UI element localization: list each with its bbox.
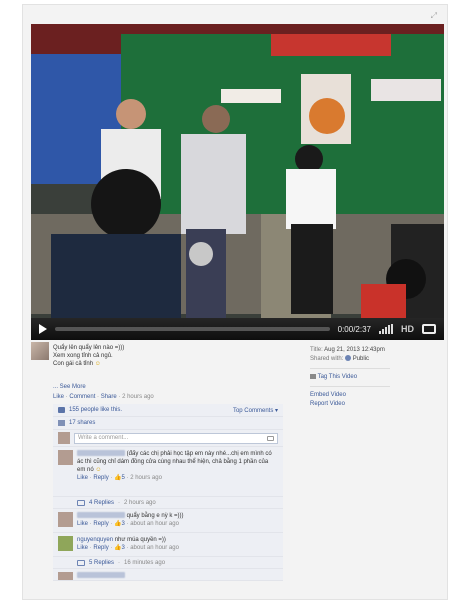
likes-count[interactable]: 155 people like this.: [69, 407, 122, 413]
post-line: Xem xong tỉnh cả ngủ.: [53, 353, 113, 359]
play-icon[interactable]: [39, 324, 47, 334]
avatar[interactable]: [58, 450, 73, 465]
video-player[interactable]: 0:00/2:37 HD: [31, 24, 444, 340]
report-video-link[interactable]: Report Video: [310, 400, 390, 409]
post-line: Con gái cả tỉnh ☺: [53, 361, 101, 367]
avatar[interactable]: [58, 536, 73, 551]
likes-row: 155 people like this. Top Comments ▾: [53, 404, 283, 417]
comment-time: 2 hours ago: [130, 475, 162, 481]
embed-video-link[interactable]: Embed Video: [310, 391, 390, 400]
replies-time: 2 hours ago: [124, 499, 156, 506]
see-more-link[interactable]: ... See More: [53, 384, 86, 390]
comment-reply-link[interactable]: Reply: [93, 475, 108, 481]
camera-icon[interactable]: [267, 435, 274, 441]
comments-panel: 155 people like this. Top Comments ▾ 17 …: [53, 404, 283, 581]
list-item: nguyenquyen như múa quyền =)) Like · Rep…: [53, 533, 283, 557]
hd-toggle[interactable]: HD: [401, 324, 414, 334]
avatar[interactable]: [58, 512, 73, 527]
replies-count[interactable]: 4 Replies: [89, 500, 114, 506]
comment-reply-link[interactable]: Reply: [93, 545, 108, 551]
comment-time: about an hour ago: [130, 545, 179, 551]
video-frame: [31, 24, 444, 340]
comment-link[interactable]: Comment: [69, 394, 95, 400]
replies-time: 16 minutes ago: [124, 559, 166, 566]
comment-time: about an hour ago: [130, 521, 179, 527]
commenter-name[interactable]: [77, 572, 125, 579]
share-icon: [58, 420, 65, 426]
comment-likes-count[interactable]: 👍5: [114, 475, 125, 481]
comment-input[interactable]: Write a comment...: [74, 432, 278, 444]
replies-row[interactable]: 5 Replies · 16 minutes ago: [53, 557, 283, 569]
shares-row: 17 shares: [53, 417, 283, 430]
divider: [310, 386, 390, 387]
comment-like-link[interactable]: Like: [77, 521, 88, 527]
shares-count[interactable]: 17 shares: [69, 420, 95, 426]
like-link[interactable]: Like: [53, 394, 64, 400]
expand-icon[interactable]: ⤢: [431, 11, 437, 21]
progress-bar[interactable]: [55, 327, 330, 331]
avatar: [58, 432, 70, 444]
fullscreen-icon[interactable]: [422, 324, 436, 334]
avatar[interactable]: [31, 342, 49, 360]
video-meta: Title: Aug 21, 2013 12:43pm Shared with:…: [310, 346, 390, 409]
comment-like-link[interactable]: Like: [77, 475, 88, 481]
tag-icon: [310, 373, 316, 379]
replies-row[interactable]: 4 Replies · 2 hours ago: [53, 497, 283, 509]
list-item: (đấy các chị phải học tập em này nhé...c…: [53, 447, 283, 497]
smiley-icon: ☺: [94, 361, 101, 367]
commenter-name[interactable]: [77, 512, 125, 519]
reply-icon: [77, 499, 85, 506]
tag-video-link[interactable]: Tag This Video: [318, 374, 357, 380]
share-link[interactable]: Share: [101, 394, 117, 400]
list-item: quẩy bằng e nỳ k =))) Like · Reply · 👍3 …: [53, 509, 283, 533]
video-controls: 0:00/2:37 HD: [31, 318, 444, 340]
volume-icon[interactable]: [379, 324, 393, 334]
comment-reply-link[interactable]: Reply: [93, 521, 108, 527]
video-date: Aug 21, 2013 12:43pm: [324, 347, 385, 353]
avatar[interactable]: [58, 572, 73, 580]
video-time: 0:00/2:37: [337, 324, 371, 334]
reply-icon: [77, 559, 85, 566]
smiley-icon: ☺: [95, 467, 102, 473]
post-line: Quẩy lên quẩy lên nào =))): [53, 345, 125, 351]
post-time: 2 hours ago: [122, 394, 154, 400]
top-comments-dropdown[interactable]: Top Comments ▾: [233, 407, 278, 414]
commenter-name[interactable]: nguyenquyen: [77, 537, 113, 543]
replies-count[interactable]: 5 Replies: [89, 560, 114, 566]
divider: [310, 368, 390, 369]
list-item: [53, 569, 283, 581]
post-text: Quẩy lên quẩy lên nào =))) Xem xong tỉnh…: [53, 344, 124, 368]
commenter-name[interactable]: [77, 450, 125, 457]
comment-likes-count[interactable]: 👍3: [114, 545, 125, 551]
privacy-value[interactable]: Public: [353, 356, 369, 362]
comment-like-link[interactable]: Like: [77, 545, 88, 551]
write-comment-row: Write a comment...: [53, 430, 283, 447]
globe-icon: [345, 355, 352, 362]
like-icon: [58, 407, 65, 413]
post-actions: Like · Comment · Share · 2 hours ago: [53, 394, 154, 400]
comment-likes-count[interactable]: 👍3: [114, 521, 125, 527]
